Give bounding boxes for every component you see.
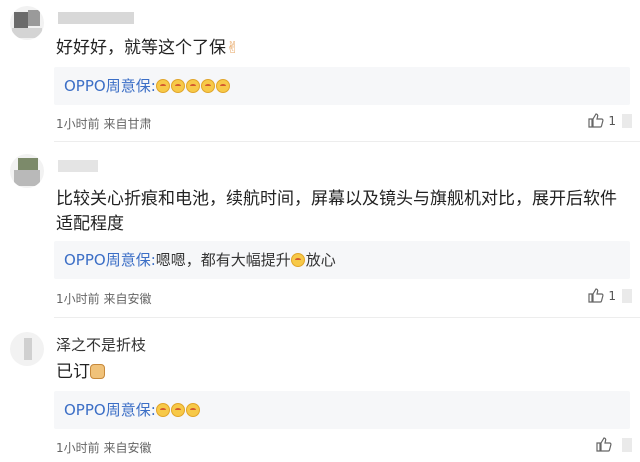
comment-item: 好好好，就等这个了保✌ OPPO周意保: 1小时前 来自甘肃 1 bbox=[0, 0, 640, 142]
comment-text-content: 好好好，就等这个了保 bbox=[56, 38, 226, 58]
thumbs-up-icon bbox=[596, 437, 612, 452]
reply-text: 嗯嗯，都有大幅提升 bbox=[155, 251, 291, 269]
smile-emoji-icon bbox=[155, 79, 170, 93]
reply-box[interactable]: OPPO周意保: bbox=[54, 391, 630, 429]
avatar[interactable] bbox=[10, 332, 44, 366]
comment-meta: 1小时前 来自安徽 bbox=[56, 439, 151, 456]
like-button[interactable]: 1 bbox=[588, 113, 616, 128]
username[interactable]: 泽之不是折枝 bbox=[56, 334, 146, 355]
victory-hand-icon: ✌ bbox=[226, 38, 240, 57]
comment-location: 来自安徽 bbox=[103, 292, 152, 306]
avatar[interactable] bbox=[10, 6, 44, 40]
more-options-icon[interactable] bbox=[622, 438, 632, 452]
comment-text: 已订 bbox=[56, 360, 626, 385]
comment-meta: 1小时前 来自安徽 bbox=[56, 290, 151, 307]
avatar[interactable] bbox=[10, 154, 44, 188]
comment-time: 1小时前 bbox=[56, 292, 100, 306]
comment-text: 好好好，就等这个了保✌ bbox=[56, 35, 626, 61]
smile-emoji-icon bbox=[215, 79, 230, 93]
reply-author[interactable]: OPPO周意保: bbox=[64, 251, 156, 269]
reply-author[interactable]: OPPO周意保: bbox=[64, 401, 156, 419]
smile-emoji-icon bbox=[170, 403, 185, 417]
smile-emoji-icon bbox=[200, 79, 215, 93]
reply-text-after: 放心 bbox=[305, 251, 336, 269]
reply-box[interactable]: OPPO周意保:嗯嗯，都有大幅提升 放心 bbox=[54, 241, 630, 279]
comment-time: 1小时前 bbox=[56, 117, 100, 131]
username-blurred[interactable] bbox=[58, 160, 98, 172]
thumbs-up-icon bbox=[588, 288, 604, 303]
comment-meta: 1小时前 来自甘肃 bbox=[56, 115, 151, 132]
reply-author[interactable]: OPPO周意保: bbox=[64, 77, 156, 95]
dog-emoji-icon bbox=[90, 364, 105, 379]
smile-emoji-icon bbox=[185, 403, 200, 417]
thumbs-up-icon bbox=[588, 113, 604, 128]
comment-text: 比较关心折痕和电池，续航时间，屏幕以及镜头与旗舰机对比，展开后软件适配程度 bbox=[56, 189, 617, 234]
comment-item: 比较关心折痕和电池，续航时间，屏幕以及镜头与旗舰机对比，展开后软件适配程度 OP… bbox=[0, 142, 640, 318]
comment-item: 泽之不是折枝 已订 OPPO周意保: 1小时前 来自安徽 bbox=[0, 318, 640, 462]
like-button[interactable] bbox=[596, 437, 616, 452]
like-count: 1 bbox=[608, 288, 616, 303]
comment-location: 来自安徽 bbox=[103, 441, 152, 455]
comment-time: 1小时前 bbox=[56, 441, 100, 455]
comment-text-content: 已订 bbox=[56, 362, 90, 382]
comment-location: 来自甘肃 bbox=[103, 117, 152, 131]
like-count: 1 bbox=[608, 113, 616, 128]
reply-box[interactable]: OPPO周意保: bbox=[54, 67, 630, 105]
more-options-icon[interactable] bbox=[622, 289, 632, 303]
smile-emoji-icon bbox=[185, 79, 200, 93]
smile-emoji-icon bbox=[170, 79, 185, 93]
smile-emoji-icon bbox=[155, 403, 170, 417]
username-blurred[interactable] bbox=[58, 12, 134, 24]
smile-emoji-icon bbox=[290, 253, 305, 267]
like-button[interactable]: 1 bbox=[588, 288, 616, 303]
more-options-icon[interactable] bbox=[622, 114, 632, 128]
